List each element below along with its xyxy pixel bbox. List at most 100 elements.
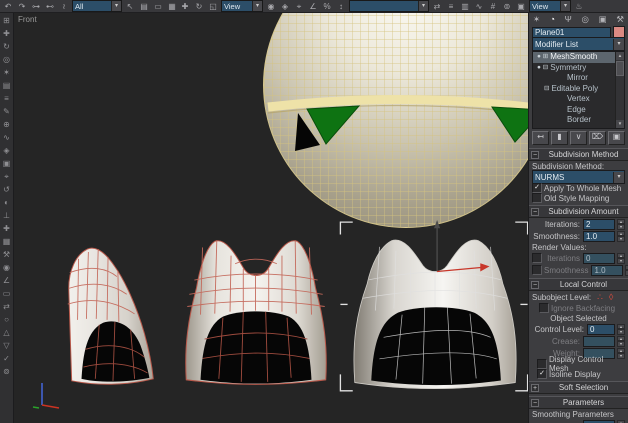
toolbar-icon[interactable]: ◐: [4, 197, 9, 208]
use-pivot-point-icon[interactable]: ◉: [266, 1, 276, 12]
crease-spinner[interactable]: ▴▾: [617, 336, 625, 347]
stack-row-meshsmooth[interactable]: ● ⊞ MeshSmooth: [533, 52, 616, 63]
crown-mesh-half[interactable]: [52, 231, 170, 389]
select-and-link-icon[interactable]: ⊶: [31, 1, 41, 12]
rollout-soft-selection[interactable]: + Soft Selection: [529, 381, 628, 394]
render-type-dropdown[interactable]: View ▾: [529, 0, 571, 12]
tab-create[interactable]: ✶: [533, 14, 540, 25]
iterations-spinner[interactable]: ▴▾: [617, 219, 625, 230]
make-unique-button[interactable]: ∨: [570, 131, 587, 145]
collapse-icon[interactable]: −: [531, 281, 539, 289]
control-level-field[interactable]: 0: [587, 324, 615, 335]
toolbar-icon[interactable]: ▭: [3, 288, 11, 299]
toolbar-icon[interactable]: ▣: [3, 158, 11, 169]
snap-toggle-icon[interactable]: ⌖: [294, 1, 304, 12]
bind-to-space-warp-icon[interactable]: ≀: [59, 1, 69, 12]
toolbar-icon[interactable]: ↺: [3, 184, 10, 195]
collapse-icon[interactable]: −: [531, 208, 539, 216]
toolbar-icon[interactable]: ↻: [3, 41, 10, 52]
modifier-list-dropdown[interactable]: Modifier List ▾: [532, 37, 625, 51]
stack-scrollbar[interactable]: ▲ ▼: [615, 52, 624, 128]
toolbar-icon[interactable]: ◎: [3, 54, 10, 65]
collapse-icon[interactable]: −: [531, 151, 539, 159]
tab-motion[interactable]: ◎: [581, 14, 588, 25]
tab-modify[interactable]: ◔: [550, 14, 555, 25]
render-iterations-spinner[interactable]: ▴▾: [617, 253, 625, 264]
undo-icon[interactable]: ↶: [3, 1, 13, 12]
crown-mesh-smoothed-selected[interactable]: [336, 218, 528, 398]
pin-stack-button[interactable]: ↤: [532, 131, 549, 145]
mirror-icon[interactable]: ⇄: [432, 1, 442, 12]
stack-row-mirror[interactable]: Mirror: [533, 73, 616, 84]
object-name-field[interactable]: Plane01: [532, 27, 611, 38]
named-selection-sets-dropdown[interactable]: ▾: [349, 0, 429, 12]
toolbar-icon[interactable]: ∿: [3, 132, 10, 143]
select-and-scale-icon[interactable]: ◱: [208, 1, 218, 12]
vertex-subobject-icon[interactable]: ∴: [597, 292, 603, 302]
toolbar-icon[interactable]: ∠: [3, 275, 10, 286]
schematic-view-icon[interactable]: #: [488, 1, 498, 12]
edge-subobject-icon[interactable]: ◊: [609, 292, 613, 302]
display-control-mesh-checkbox[interactable]: [537, 359, 547, 369]
render-iterations-checkbox[interactable]: [532, 253, 542, 263]
ignore-backfacing-checkbox[interactable]: [539, 303, 549, 313]
tab-display[interactable]: ▣: [599, 14, 607, 25]
toolbar-icon[interactable]: △: [3, 327, 9, 338]
stack-row-edge[interactable]: Edge: [533, 105, 616, 116]
curve-editor-icon[interactable]: ∿: [474, 1, 484, 12]
select-and-rotate-icon[interactable]: ↻: [194, 1, 204, 12]
select-and-manipulate-icon[interactable]: ◈: [280, 1, 290, 12]
toolbar-icon[interactable]: ⇄: [3, 301, 10, 312]
rollout-subdivision-method[interactable]: − Subdivision Method: [529, 148, 628, 161]
toolbar-icon[interactable]: ✶: [3, 67, 10, 78]
stack-row-border[interactable]: Border: [533, 115, 616, 126]
selection-filter-dropdown[interactable]: All ▾: [72, 0, 122, 12]
dropdown-arrow-icon[interactable]: ▾: [418, 1, 428, 11]
show-end-result-button[interactable]: ▮: [551, 131, 568, 145]
configure-modifier-sets-button[interactable]: ▣: [608, 131, 625, 145]
apply-to-whole-mesh-checkbox[interactable]: ✓: [532, 183, 542, 193]
toolbar-icon[interactable]: ⊕: [3, 119, 10, 130]
render-smoothness-field[interactable]: 1.0: [591, 265, 623, 276]
toolbar-icon[interactable]: ▦: [3, 236, 11, 247]
parameters-spinner-1[interactable]: ▴▾: [617, 420, 625, 423]
unlink-selection-icon[interactable]: ⊷: [45, 1, 55, 12]
toolbar-icon[interactable]: ⌖: [4, 171, 9, 182]
isoline-display-checkbox[interactable]: ✓: [537, 369, 547, 379]
subdivision-method-dropdown[interactable]: NURMS ▾: [532, 170, 625, 184]
redo-icon[interactable]: ↷: [17, 1, 27, 12]
toolbar-icon[interactable]: ○: [4, 314, 9, 325]
toolbar-icon[interactable]: ▤: [3, 80, 11, 91]
rollout-parameters[interactable]: − Parameters: [529, 396, 628, 409]
dropdown-arrow-icon[interactable]: ▾: [111, 1, 121, 11]
select-by-name-icon[interactable]: ▤: [139, 1, 149, 12]
iterations-field[interactable]: 2: [583, 219, 615, 230]
select-object-icon[interactable]: ↖: [125, 1, 135, 12]
render-smoothness-checkbox[interactable]: [532, 265, 542, 275]
select-and-move-icon[interactable]: ✚: [180, 1, 190, 12]
remove-modifier-button[interactable]: ⌦: [589, 131, 606, 145]
quick-render-icon[interactable]: ♨: [574, 1, 584, 12]
stack-row-editable-poly[interactable]: ⊟ Editable Poly: [533, 84, 616, 95]
collapse-icon[interactable]: −: [531, 399, 539, 407]
crease-field[interactable]: [583, 336, 615, 347]
angle-snap-icon[interactable]: ∠: [308, 1, 318, 12]
tab-utilities[interactable]: ⚒: [616, 14, 624, 25]
stack-row-symmetry[interactable]: ● ⊟ Symmetry: [533, 63, 616, 74]
viewport-label[interactable]: Front: [18, 15, 37, 24]
rectangular-selection-region-icon[interactable]: ▭: [153, 1, 163, 12]
render-iterations-field[interactable]: 0: [583, 253, 615, 264]
scrollbar-thumb[interactable]: [616, 61, 624, 76]
toolbar-icon[interactable]: ⊞: [3, 15, 10, 26]
parameters-field-1[interactable]: [583, 420, 615, 423]
toolbar-icon[interactable]: ≡: [4, 93, 9, 104]
window-crossing-icon[interactable]: ▦: [167, 1, 177, 12]
toolbar-icon[interactable]: ✎: [3, 106, 10, 117]
scroll-down-icon[interactable]: ▼: [616, 120, 624, 128]
dropdown-arrow-icon[interactable]: ▾: [252, 1, 262, 11]
front-viewport[interactable]: Front: [14, 13, 528, 423]
rollout-local-control[interactable]: − Local Control: [529, 278, 628, 291]
expand-icon[interactable]: +: [531, 384, 539, 392]
old-style-mapping-checkbox[interactable]: [532, 193, 542, 203]
rollout-subdivision-amount[interactable]: − Subdivision Amount: [529, 205, 628, 218]
